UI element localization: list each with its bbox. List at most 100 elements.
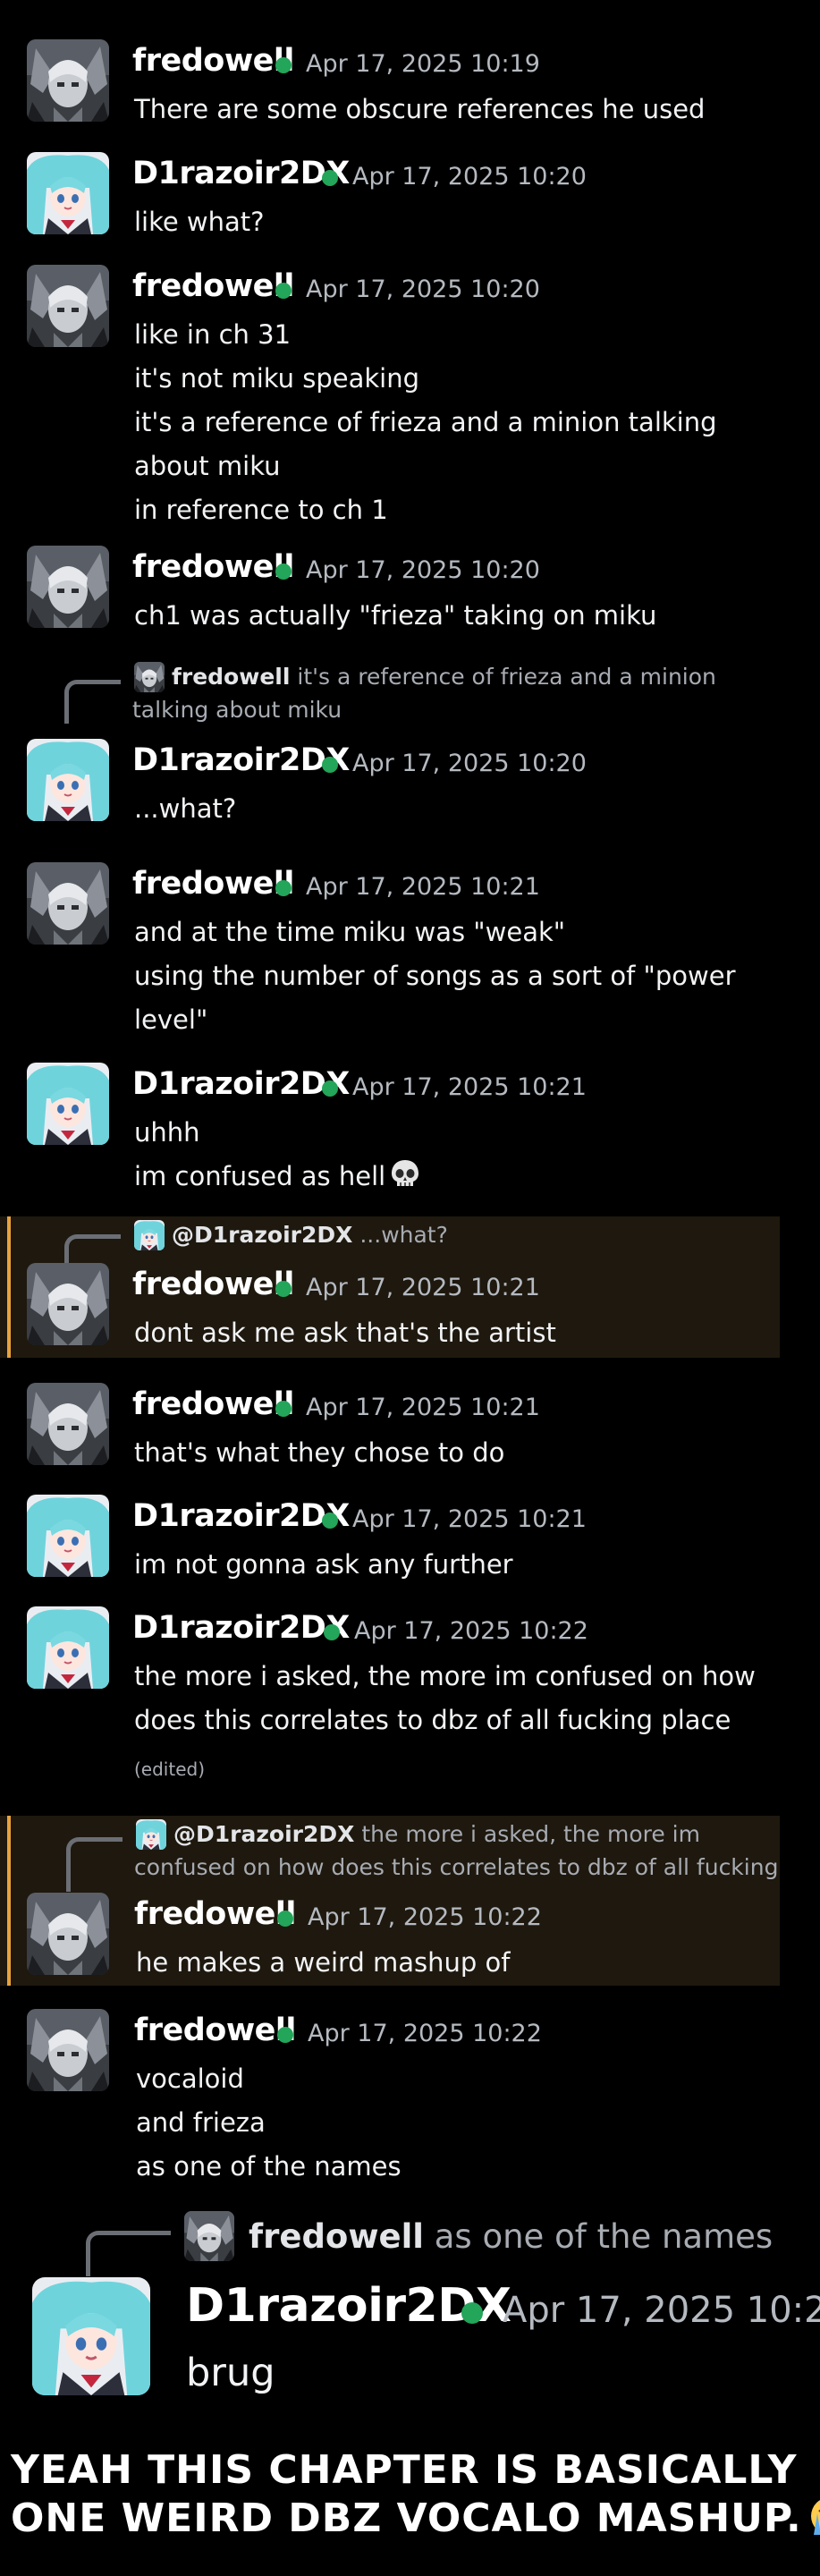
message-text: it's a reference of frieza and a minion … (134, 407, 717, 437)
message-text: in reference to ch 1 (134, 495, 388, 525)
status-dot-icon (275, 1281, 292, 1297)
timestamp: Apr 17, 2025 10:20 (352, 163, 587, 191)
chat-message: fredowell as one of the names D1razoir2D… (0, 2200, 820, 2406)
reply-text: ...what? (359, 1222, 448, 1248)
avatar[interactable] (27, 1495, 109, 1577)
avatar[interactable] (27, 1383, 109, 1465)
mention-highlight-bar (7, 1216, 11, 1358)
message-text: like in ch 31 (134, 319, 292, 350)
timestamp: Apr 17, 2025 10:21 (352, 1505, 587, 1533)
username[interactable]: fredowell (134, 1896, 296, 1932)
reply-text: it's a reference of frieza and a minion (297, 664, 716, 690)
timestamp: Apr 17, 2025 10:23 (503, 2290, 820, 2331)
timestamp: Apr 17, 2025 10:22 (308, 2020, 542, 2047)
message-text: it's not miku speaking (134, 363, 420, 394)
message-text: using the number of songs as a sort of "… (134, 961, 736, 991)
status-dot-icon (275, 880, 292, 896)
reply-preview[interactable]: fredowell as one of the names (249, 2215, 773, 2259)
username[interactable]: fredowell (132, 866, 294, 902)
caption-line: YEAH THIS CHAPTER IS BASICALLY (11, 2447, 798, 2493)
username[interactable]: fredowell (132, 43, 294, 79)
username[interactable]: fredowell (132, 1386, 294, 1422)
status-dot-icon (324, 1624, 340, 1640)
timestamp: Apr 17, 2025 10:21 (352, 1073, 587, 1101)
avatar[interactable] (27, 1263, 109, 1345)
username[interactable]: D1razoir2DX (132, 1498, 350, 1534)
message-text: There are some obscure references he use… (134, 94, 706, 124)
username[interactable]: fredowell (132, 549, 294, 585)
chat-message: fredowell Apr 17, 2025 10:21 and at the … (0, 848, 820, 1035)
avatar[interactable] (27, 2009, 109, 2091)
timestamp: Apr 17, 2025 10:20 (306, 275, 540, 303)
chat-message: fredowell Apr 17, 2025 10:21 that's what… (0, 1368, 820, 1476)
status-dot-icon (277, 1911, 293, 1927)
timestamp: Apr 17, 2025 10:22 (308, 1903, 542, 1931)
avatar[interactable] (27, 152, 109, 234)
avatar[interactable] (27, 1063, 109, 1145)
status-dot-icon (322, 170, 338, 186)
username[interactable]: D1razoir2DX (132, 156, 350, 191)
message-text: im confused as hell (134, 1155, 421, 1199)
reply-author: @D1razoir2DX (173, 1821, 355, 1847)
reply-preview[interactable]: @D1razoir2DX the more i asked, the more … (134, 1818, 700, 1851)
username[interactable]: D1razoir2DX (132, 742, 350, 778)
username[interactable]: fredowell (132, 1267, 294, 1302)
reply-spine (86, 2231, 171, 2276)
avatar[interactable] (27, 265, 109, 347)
message-text: the more i asked, the more im confused o… (134, 1661, 756, 1691)
status-dot-icon (322, 1513, 338, 1529)
chat-message: D1razoir2DX Apr 17, 2025 10:22 the more … (0, 1592, 820, 1789)
message-text: dont ask me ask that's the artist (134, 1318, 556, 1348)
avatar[interactable] (27, 39, 109, 122)
message-text: as one of the names (136, 2151, 402, 2182)
status-dot-icon (322, 757, 338, 773)
avatar[interactable] (27, 1893, 109, 1975)
status-dot-icon (461, 2302, 483, 2324)
timestamp: Apr 17, 2025 10:20 (352, 750, 587, 777)
message-text: brug (186, 2351, 275, 2395)
message-text: level" (134, 1004, 208, 1035)
username[interactable]: fredowell (132, 268, 294, 304)
skull-emoji-icon (389, 1158, 421, 1191)
mention-highlight-bar (7, 1816, 11, 1986)
status-dot-icon (322, 1080, 338, 1097)
reply-preview[interactable]: @D1razoir2DX ...what? (132, 1218, 448, 1251)
message-text: im not gonna ask any further (134, 1549, 513, 1580)
avatar[interactable] (27, 546, 109, 628)
username[interactable]: D1razoir2DX (132, 1610, 350, 1646)
chat-message: fredowell Apr 17, 2025 10:19 There are s… (0, 25, 820, 132)
reply-author: fredowell (249, 2217, 424, 2256)
chat-message: D1razoir2DX Apr 17, 2025 10:21 uhhh im c… (0, 1048, 820, 1191)
avatar[interactable] (32, 2277, 150, 2395)
username[interactable]: fredowell (134, 2012, 296, 2048)
reply-spine (64, 680, 121, 724)
reply-preview[interactable]: fredowell it's a reference of frieza and… (132, 660, 716, 693)
message-text: vocaloid (136, 2063, 244, 2094)
avatar[interactable] (27, 1606, 109, 1689)
message-text: about miku (134, 451, 281, 481)
sob-emoji-icon (809, 2496, 820, 2537)
chat-message: D1razoir2DX Apr 17, 2025 10:20 like what… (0, 138, 820, 237)
avatar[interactable] (27, 739, 109, 821)
reply-author: fredowell (172, 664, 291, 690)
username[interactable]: D1razoir2DX (186, 2279, 511, 2333)
username[interactable]: D1razoir2DX (132, 1066, 350, 1102)
edited-label: (edited) (134, 1758, 206, 1780)
message-text: he makes a weird mashup of (136, 1947, 511, 1978)
reply-text: talking about miku (132, 697, 342, 723)
reply-spine (66, 1837, 123, 1892)
message-text: ch1 was actually "frieza" taking on miku (134, 600, 657, 631)
avatar[interactable] (27, 862, 109, 945)
timestamp: Apr 17, 2025 10:22 (354, 1617, 588, 1645)
chat-message-mention: @D1razoir2DX the more i asked, the more … (0, 1816, 780, 1986)
chat-message: fredowell Apr 17, 2025 10:20 like in ch … (0, 250, 820, 537)
reply-text: as one of the names (434, 2217, 774, 2256)
chat-message: fredowell Apr 17, 2025 10:22 vocaloid an… (0, 1995, 820, 2209)
message-text: and at the time miku was "weak" (134, 917, 566, 947)
status-dot-icon (275, 283, 292, 299)
chat-message: fredowell Apr 17, 2025 10:20 ch1 was act… (0, 531, 820, 639)
status-dot-icon (275, 564, 292, 580)
timestamp: Apr 17, 2025 10:21 (306, 873, 540, 901)
reply-avatar (184, 2211, 234, 2261)
chat-message: fredowell it's a reference of frieza and… (0, 657, 820, 826)
